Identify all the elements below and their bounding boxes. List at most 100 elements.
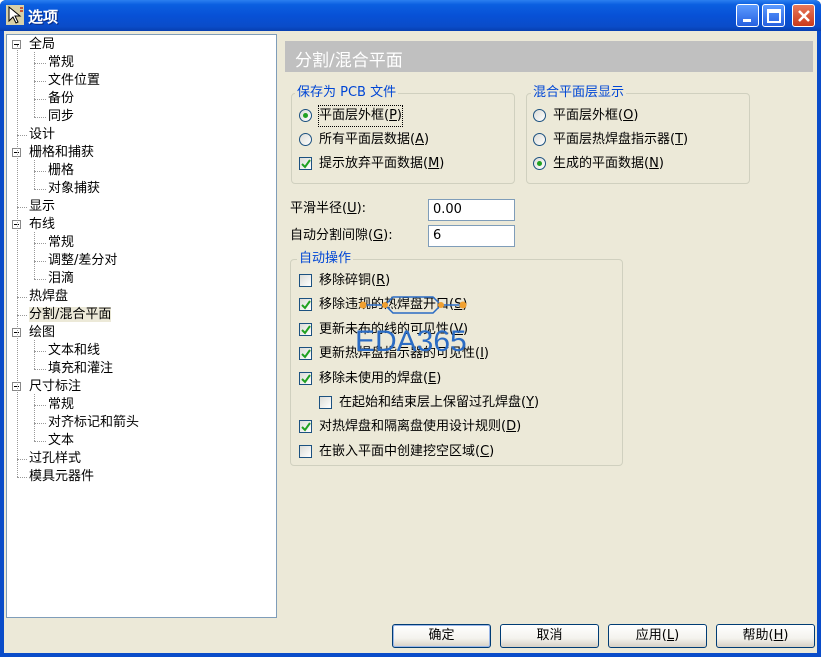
- tree-item-label: 同步: [48, 109, 75, 124]
- tree-item-label: 文本和线: [48, 343, 101, 358]
- minimize-button[interactable]: [736, 4, 759, 27]
- option-label: 所有平面层数据(A): [319, 132, 430, 147]
- tree-item[interactable]: 栅格和捕获: [29, 144, 94, 162]
- option-label: 在起始和结束层上保留过孔焊盘(Y): [339, 395, 540, 410]
- tree-connector: [34, 261, 46, 262]
- tree-item[interactable]: 文件位置: [48, 72, 100, 90]
- tree-item[interactable]: 对象捕获: [48, 180, 100, 198]
- tree-item[interactable]: 泪滴: [48, 270, 74, 288]
- ok-button[interactable]: 确定: [392, 624, 491, 648]
- tree-connector: [17, 459, 27, 460]
- cancel-button[interactable]: 取消: [500, 624, 599, 648]
- tree-item[interactable]: 填充和灌注: [48, 360, 113, 378]
- option-label: 更新未布的线的可见性(V): [319, 321, 469, 337]
- tree-item[interactable]: 绘图: [29, 324, 55, 342]
- tree-item[interactable]: 调整/差分对: [48, 252, 117, 270]
- tree-connector: [34, 405, 46, 406]
- checkbox[interactable]: [299, 347, 312, 361]
- tree-item[interactable]: 显示: [29, 198, 55, 216]
- save-as-pcb-title: 保存为 PCB 文件: [295, 85, 399, 101]
- panel-title: 分割/混合平面: [295, 51, 403, 71]
- checkbox[interactable]: [299, 322, 312, 336]
- help-button[interactable]: 帮助(H): [716, 624, 815, 648]
- tree-item[interactable]: 备份: [48, 90, 74, 108]
- checkbox[interactable]: [299, 157, 312, 170]
- category-tree[interactable]: 全局 常规 文件位置 备份 同步 设计 栅格和捕获 栅格 对象捕获 显示 布线 常规 调整/差分对 泪滴热…: [6, 34, 277, 618]
- tree-connector: [17, 135, 27, 136]
- auto-ops-title: 自动操作: [297, 251, 354, 267]
- tree-item[interactable]: 对齐标记和箭头: [48, 414, 139, 432]
- tree-item[interactable]: 设计: [29, 126, 55, 144]
- radio-button[interactable]: [533, 133, 546, 146]
- checkbox[interactable]: [299, 274, 312, 287]
- tree-connector: [34, 243, 46, 244]
- options-window: 选项 全局 常规 文件位置 备份 同步 设计 栅格和捕获 栅格 对象捕获 显示 布线 常规 调整/差分对…: [0, 0, 821, 657]
- tree-connector: [17, 45, 18, 477]
- tree-connector: [34, 279, 46, 280]
- tree-item-label: 分割/混合平面: [29, 307, 112, 322]
- radio-button[interactable]: [533, 157, 546, 170]
- title-bar[interactable]: 选项: [0, 0, 821, 31]
- tree-connector: [34, 351, 46, 352]
- tree-item-label: 填充和灌注: [48, 361, 114, 376]
- tree-item[interactable]: 模具元器件: [29, 468, 94, 486]
- smooth-radius-input[interactable]: 0.00: [428, 199, 515, 221]
- minimize-icon: [743, 19, 751, 22]
- option-label: 在嵌入平面中创建挖空区域(C): [319, 443, 495, 459]
- radio-button[interactable]: [299, 133, 312, 146]
- option-label: 平面层外框(O): [553, 108, 639, 123]
- tree-item[interactable]: 尺寸标注: [29, 378, 81, 396]
- auto-gap-label: 自动分割间隙(G):: [290, 228, 393, 243]
- radio-button[interactable]: [299, 109, 312, 122]
- checkbox[interactable]: [319, 396, 332, 409]
- checkbox[interactable]: [299, 371, 312, 385]
- option-label: 平面层外框(P): [318, 105, 403, 127]
- tree-item-label: 对齐标记和箭头: [48, 415, 140, 430]
- tree-item[interactable]: 常规: [48, 234, 74, 252]
- tree-item[interactable]: 同步: [48, 108, 74, 126]
- tree-item[interactable]: 全局: [29, 36, 55, 54]
- tree-connector: [34, 340, 35, 369]
- tree-connector: [34, 160, 35, 189]
- tree-item[interactable]: 栅格: [48, 162, 74, 180]
- checkbox[interactable]: [299, 298, 312, 312]
- close-button[interactable]: [792, 4, 815, 27]
- maximize-icon: [767, 9, 781, 23]
- tree-item[interactable]: 分割/混合平面: [29, 306, 112, 324]
- tree-item[interactable]: 文本: [48, 432, 74, 450]
- radio-button[interactable]: [533, 109, 546, 122]
- checkbox[interactable]: [299, 444, 312, 458]
- tree-connector: [17, 477, 27, 478]
- tree-item[interactable]: 文本和线: [48, 342, 100, 360]
- tree-item[interactable]: 过孔样式: [29, 450, 81, 468]
- option-label: 移除未使用的焊盘(E): [319, 370, 442, 386]
- tree-item-label: 对象捕获: [48, 181, 101, 196]
- tree-connector: [34, 441, 46, 442]
- tree-item-label: 过孔样式: [29, 451, 82, 466]
- tree-item-label: 绘图: [29, 325, 56, 340]
- tree-item[interactable]: 常规: [48, 54, 74, 72]
- tree-item[interactable]: 常规: [48, 396, 74, 414]
- option-label: 对热焊盘和隔离盘使用设计规则(D): [319, 419, 522, 435]
- tree-item[interactable]: 布线: [29, 216, 55, 234]
- tree-connector: [34, 369, 46, 370]
- tree-item-label: 调整/差分对: [48, 253, 118, 268]
- panel-header: 分割/混合平面: [285, 41, 813, 72]
- option-label: 移除违规的热焊盘开口(S): [319, 297, 468, 313]
- tree-item-label: 模具元器件: [29, 469, 95, 484]
- tree-item-label: 尺寸标注: [29, 379, 82, 394]
- maximize-button[interactable]: [762, 4, 785, 27]
- option-label: 生成的平面数据(N): [553, 156, 664, 171]
- tree-item-label: 热焊盘: [29, 289, 69, 304]
- tree-connector: [34, 423, 46, 424]
- tree-connector: [34, 99, 46, 100]
- tree-connector: [34, 52, 35, 117]
- tree-item[interactable]: 热焊盘: [29, 288, 68, 306]
- option-label: 更新热焊盘指示器的可见性(I): [319, 346, 489, 362]
- checkbox[interactable]: [299, 420, 312, 434]
- tree-item-label: 文本: [48, 433, 75, 448]
- tree-connector: [34, 232, 35, 279]
- auto-gap-input[interactable]: 6: [428, 225, 515, 247]
- apply-button[interactable]: 应用(L): [608, 624, 707, 648]
- tree-connector: [17, 297, 27, 298]
